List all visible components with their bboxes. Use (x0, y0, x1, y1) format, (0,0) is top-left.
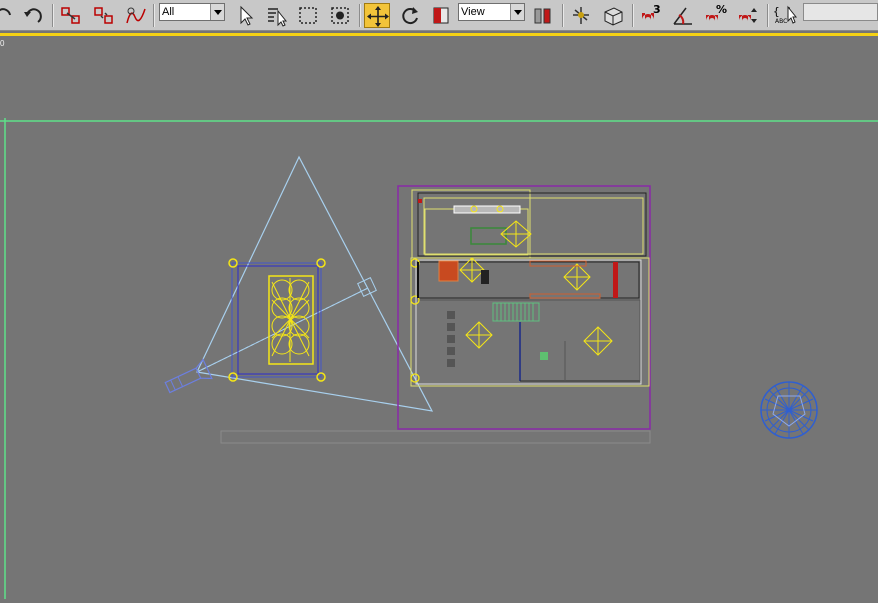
toolbar-separator (632, 4, 633, 27)
toolbar-separator (153, 4, 154, 27)
building-floor-plan[interactable] (397, 185, 651, 430)
toolbar-separator (52, 4, 53, 27)
unlink-icon (94, 7, 113, 24)
chevron-down-icon[interactable] (510, 4, 524, 20)
viewport-label: 0 (0, 39, 5, 48)
edit-named-selection-sets-button[interactable]: { } ABC (772, 3, 798, 28)
link-icon (61, 7, 80, 24)
named-selection-sets-field[interactable] (803, 3, 878, 21)
move-arrows-icon (367, 6, 389, 27)
window-crossing-icon (331, 7, 349, 24)
rotate-icon (402, 7, 418, 25)
manipulate-icon (573, 7, 589, 24)
cube-icon (604, 7, 623, 26)
select-by-name-icon (268, 8, 288, 27)
viewport-top[interactable]: 0 (0, 37, 878, 599)
select-and-rotate-button[interactable] (397, 3, 423, 28)
pivot-center-icon (534, 8, 551, 24)
selected-light-group[interactable] (228, 258, 326, 382)
redo-button[interactable] (20, 3, 46, 28)
toolbar-separator (562, 4, 563, 27)
select-and-manipulate-button[interactable] (568, 3, 594, 28)
spinner-snap-toggle-button[interactable] (735, 3, 761, 28)
select-and-scale-button[interactable] (428, 3, 454, 28)
main-toolbar: All View 3 % {} ABC (0, 0, 878, 31)
percent-label: % (716, 3, 728, 16)
viewport-canvas[interactable] (0, 37, 878, 599)
scale-icon (433, 7, 449, 24)
window-crossing-button[interactable] (327, 3, 353, 28)
reference-coordinate-dropdown[interactable]: View (458, 3, 525, 21)
unlink-selection-button[interactable] (91, 3, 117, 28)
rectangle-selection-icon (299, 7, 317, 24)
reference-coordinate-value: View (461, 6, 485, 18)
select-and-move-button[interactable] (364, 3, 390, 28)
select-by-name-button[interactable] (264, 3, 290, 28)
bind-to-space-warp-button[interactable] (123, 3, 149, 28)
geosphere-object[interactable] (760, 381, 818, 439)
keyboard-shortcut-override-button[interactable] (600, 3, 626, 28)
redo-icon (24, 8, 42, 23)
pivot-point-center-button[interactable] (530, 3, 556, 28)
snap-mode-label: 3 (653, 3, 661, 16)
cursor-arrow-icon (787, 5, 798, 24)
ground-plane[interactable] (220, 430, 651, 444)
angle-snap-icon (673, 7, 692, 25)
select-and-link-button[interactable] (58, 3, 84, 28)
selection-filter-value: All (162, 6, 175, 18)
chevron-down-icon[interactable] (210, 4, 224, 20)
select-object-button[interactable] (232, 3, 258, 28)
angle-snap-toggle-button[interactable] (670, 3, 696, 28)
camera-object[interactable] (163, 155, 434, 412)
active-viewport-border (0, 33, 878, 36)
camera-icon (164, 358, 213, 394)
toolbar-separator (767, 4, 768, 27)
toolbar-separator (359, 4, 360, 27)
rectangular-selection-region-button[interactable] (295, 3, 321, 28)
snaps-toggle-button[interactable]: 3 (637, 3, 663, 28)
cursor-arrow-icon (240, 5, 254, 26)
selection-filter-dropdown[interactable]: All (159, 3, 225, 21)
space-warp-icon (126, 7, 146, 24)
undo-icon[interactable] (0, 3, 18, 28)
spinner-snap-icon (739, 8, 757, 23)
percent-snap-toggle-button[interactable]: % (702, 3, 728, 28)
